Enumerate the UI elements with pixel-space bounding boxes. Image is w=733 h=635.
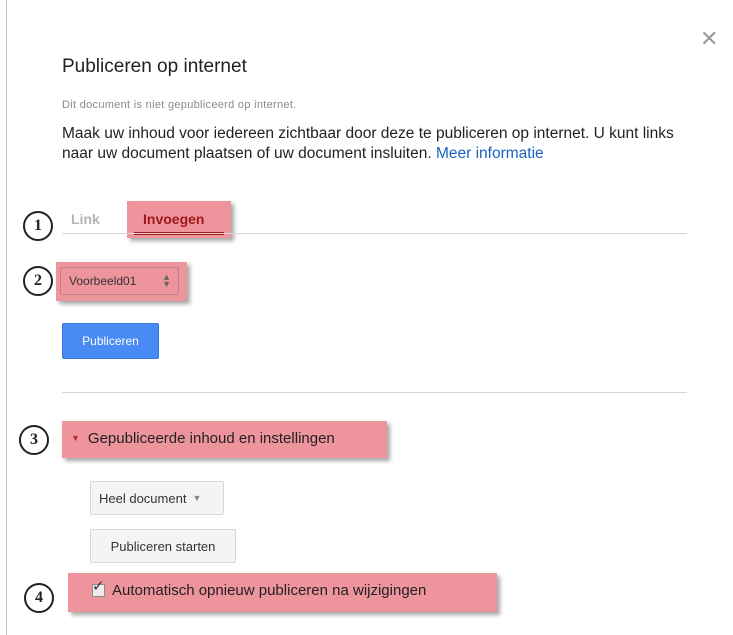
more-info-link[interactable]: Meer informatie	[436, 145, 544, 162]
callout-marker-1: 1	[23, 211, 53, 241]
chevron-down-icon: ▼	[192, 493, 202, 503]
close-icon[interactable]: ✕	[700, 28, 718, 50]
section-divider	[62, 392, 687, 393]
publish-button[interactable]: Publiceren	[62, 323, 159, 359]
dialog-title: Publiceren op internet	[62, 56, 247, 77]
description-text: Maak uw inhoud voor iedereen zichtbaar d…	[62, 125, 674, 162]
callout-marker-3: 3	[19, 425, 49, 455]
auto-republish-checkbox[interactable]: ✓	[92, 579, 105, 597]
tab-invoegen[interactable]: Invoegen	[143, 211, 204, 227]
tab-divider	[62, 233, 687, 234]
size-select-value: Voorbeeld01	[69, 274, 137, 288]
scope-select-value: Heel document	[99, 490, 187, 506]
tab-link[interactable]: Link	[71, 211, 100, 227]
scope-select[interactable]: Heel document ▼	[90, 481, 224, 515]
dialog-description: Maak uw inhoud voor iedereen zichtbaar d…	[62, 124, 702, 164]
expanded-triangle-icon: ▼	[71, 433, 80, 443]
published-section-toggle[interactable]: ▼ Gepubliceerde inhoud en instellingen	[71, 430, 335, 447]
checkmark-icon: ✓	[92, 578, 105, 595]
auto-republish-option[interactable]: ✓ Automatisch opnieuw publiceren na wijz…	[92, 579, 427, 599]
select-updown-icon: ▲ ▼	[162, 272, 171, 289]
publish-status-text: Dit document is niet gepubliceerd op int…	[62, 99, 297, 111]
start-publishing-button[interactable]: Publiceren starten	[90, 529, 236, 563]
callout-marker-2: 2	[23, 266, 53, 296]
window-left-border	[6, 0, 7, 635]
callout-marker-4: 4	[24, 583, 54, 613]
auto-republish-label: Automatisch opnieuw publiceren na wijzig…	[112, 582, 427, 599]
published-section-label: Gepubliceerde inhoud en instellingen	[87, 430, 335, 447]
size-select[interactable]: Voorbeeld01 ▲ ▼	[60, 267, 179, 295]
